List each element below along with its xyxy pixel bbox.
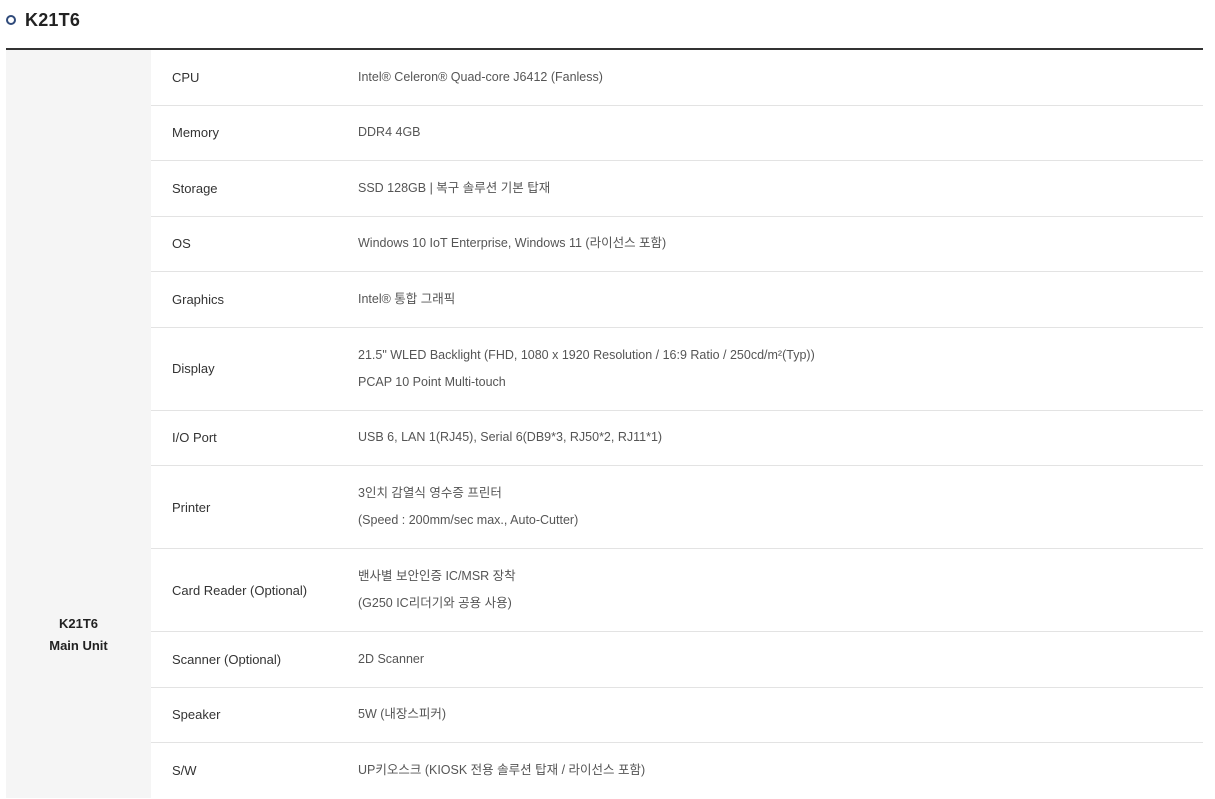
spec-value: 21.5" WLED Backlight (FHD, 1080 x 1920 R… bbox=[358, 328, 1203, 410]
circle-bullet-icon bbox=[6, 15, 16, 25]
spec-value-line: 밴사별 보안인증 IC/MSR 장착 bbox=[358, 569, 516, 583]
spec-value-line: PCAP 10 Point Multi-touch bbox=[358, 374, 506, 389]
spec-row-io-port: I/O Port USB 6, LAN 1(RJ45), Serial 6(DB… bbox=[151, 411, 1203, 466]
spec-label: I/O Port bbox=[172, 430, 217, 446]
spec-row-storage: Storage SSD 128GB | 복구 솔루션 기본 탑재 bbox=[151, 161, 1203, 217]
spec-label: Graphics bbox=[172, 291, 225, 307]
spec-row-printer: Printer 3인치 감열식 영수증 프린터 (Speed : 200mm/s… bbox=[151, 466, 1203, 549]
spec-value: 5W (내장스피커) bbox=[358, 688, 1203, 743]
spec-value-line: DDR4 4GB bbox=[358, 125, 421, 140]
spec-label: Speaker bbox=[172, 707, 221, 723]
spec-row-cpu: CPU Intel® Celeron® Quad-core J6412 (Fan… bbox=[151, 50, 1203, 106]
unit-subtitle: Main Unit bbox=[49, 638, 108, 653]
spec-label: CPU bbox=[172, 69, 200, 85]
spec-label: Display bbox=[172, 361, 215, 376]
page-title: K21T6 bbox=[25, 9, 81, 30]
unit-name: K21T6 bbox=[58, 616, 99, 631]
spec-table: K21T6 Main Unit CPU Intel® Celeron® Quad… bbox=[6, 50, 1203, 799]
spec-value: Intel® 통합 그래픽 bbox=[358, 272, 1203, 327]
spec-row-graphics: Graphics Intel® 통합 그래픽 bbox=[151, 272, 1203, 328]
spec-value: 2D Scanner bbox=[358, 632, 1203, 687]
spec-row-card-reader: Card Reader (Optional) 밴사별 보안인증 IC/MSR 장… bbox=[151, 549, 1203, 632]
spec-value-line: Windows 10 IoT Enterprise, Windows 11 (라… bbox=[358, 236, 667, 251]
spec-value: USB 6, LAN 1(RJ45), Serial 6(DB9*3, RJ50… bbox=[358, 411, 1203, 466]
spec-row-scanner: Scanner (Optional) 2D Scanner bbox=[151, 632, 1203, 688]
spec-value-line: Intel® Celeron® Quad-core J6412 (Fanless… bbox=[358, 69, 603, 84]
unit-cell: K21T6 Main Unit bbox=[6, 50, 151, 798]
spec-value: 3인치 감열식 영수증 프린터 (Speed : 200mm/sec max.,… bbox=[358, 466, 1203, 548]
spec-value-line: SSD 128GB | 복구 솔루션 기본 탑재 bbox=[358, 180, 551, 195]
spec-row-speaker: Speaker 5W (내장스피커) bbox=[151, 688, 1203, 743]
spec-label: Storage bbox=[172, 180, 218, 196]
spec-label: S/W bbox=[172, 763, 197, 779]
spec-value: Intel® Celeron® Quad-core J6412 (Fanless… bbox=[358, 50, 1203, 105]
spec-value: Windows 10 IoT Enterprise, Windows 11 (라… bbox=[358, 217, 1203, 272]
spec-label: Printer bbox=[172, 499, 211, 515]
spec-value-line: (G250 IC리더기와 공용 사용) bbox=[358, 596, 512, 610]
spec-label: Card Reader (Optional) bbox=[172, 582, 308, 598]
spec-row-display: Display 21.5" WLED Backlight (FHD, 1080 … bbox=[151, 328, 1203, 411]
section-title: K21T6 bbox=[6, 7, 80, 33]
spec-row-software: S/W UP키오스크 (KIOSK 전용 솔루션 탑재 / 라이선스 포함) bbox=[151, 743, 1203, 799]
spec-value-line: 21.5" WLED Backlight (FHD, 1080 x 1920 R… bbox=[358, 347, 815, 362]
spec-value: UP키오스크 (KIOSK 전용 솔루션 탑재 / 라이선스 포함) bbox=[358, 743, 1203, 799]
spec-value-line: Intel® 통합 그래픽 bbox=[358, 291, 456, 306]
spec-value: 밴사별 보안인증 IC/MSR 장착 (G250 IC리더기와 공용 사용) bbox=[358, 549, 1203, 631]
spec-value-line: 3인치 감열식 영수증 프린터 bbox=[358, 486, 502, 500]
spec-label: OS bbox=[172, 236, 191, 252]
spec-row-os: OS Windows 10 IoT Enterprise, Windows 11… bbox=[151, 217, 1203, 272]
spec-row-memory: Memory DDR4 4GB bbox=[151, 106, 1203, 161]
spec-value-line: (Speed : 200mm/sec max., Auto-Cutter) bbox=[358, 513, 579, 527]
spec-value-line: 5W (내장스피커) bbox=[358, 707, 447, 722]
spec-value-line: USB 6, LAN 1(RJ45), Serial 6(DB9*3, RJ50… bbox=[358, 430, 663, 445]
spec-label: Scanner (Optional) bbox=[172, 651, 282, 667]
spec-rows: CPU Intel® Celeron® Quad-core J6412 (Fan… bbox=[151, 50, 1203, 799]
spec-value-line: 2D Scanner bbox=[358, 651, 425, 666]
spec-value: DDR4 4GB bbox=[358, 106, 1203, 161]
spec-value-line: UP키오스크 (KIOSK 전용 솔루션 탑재 / 라이선스 포함) bbox=[358, 763, 646, 778]
spec-label: Memory bbox=[172, 125, 219, 141]
spec-value: SSD 128GB | 복구 솔루션 기본 탑재 bbox=[358, 161, 1203, 216]
